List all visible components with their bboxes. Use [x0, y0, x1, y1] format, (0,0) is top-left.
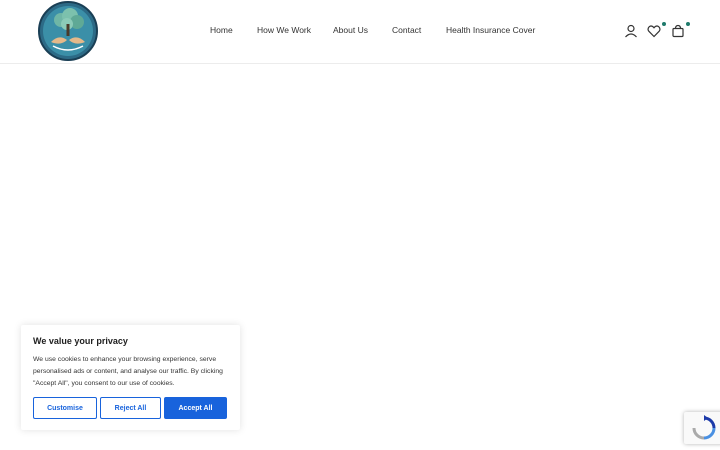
user-icon[interactable] [624, 24, 640, 40]
wishlist-count-badge [661, 21, 667, 27]
recaptcha-icon [692, 415, 716, 440]
cookie-consent-banner: We value your privacy We use cookies to … [21, 325, 240, 430]
reject-all-button[interactable]: Reject All [100, 397, 161, 419]
accept-all-button[interactable]: Accept All [164, 397, 227, 419]
site-header: Home How We Work About Us Contact Health… [0, 0, 720, 64]
cookie-description: We use cookies to enhance your browsing … [33, 356, 223, 387]
bag-icon[interactable] [671, 21, 691, 40]
cookie-title: We value your privacy [33, 336, 128, 346]
cart-count-badge [685, 21, 691, 27]
recaptcha-badge[interactable] [684, 412, 720, 444]
customise-button[interactable]: Customise [33, 397, 97, 419]
heart-icon[interactable] [647, 21, 667, 40]
header-icons [0, 21, 720, 42]
